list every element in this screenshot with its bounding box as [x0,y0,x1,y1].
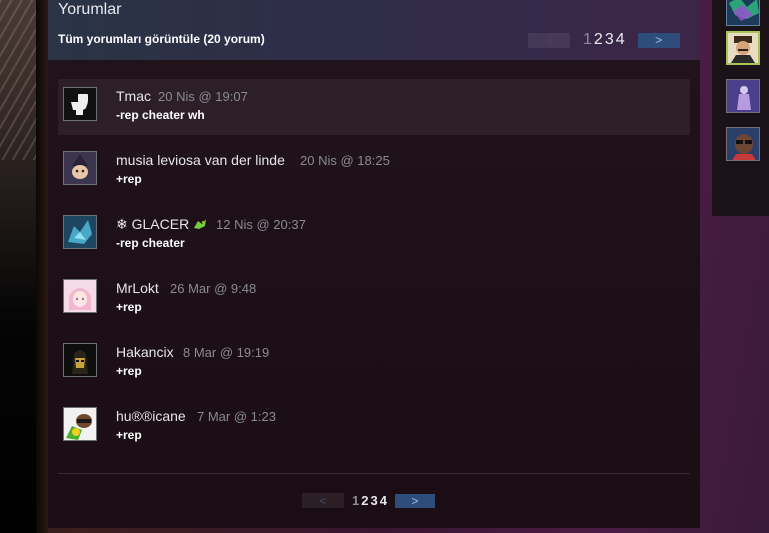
friend-avatar-4[interactable] [726,127,760,161]
page-link-3[interactable]: 3 [605,31,614,49]
comment-timestamp: 26 Mar @ 9:48 [170,281,257,296]
prev-page-button[interactable]: < [528,32,570,48]
page-link-2[interactable]: 2 [594,31,603,49]
comment-author[interactable]: Tmac [116,88,151,104]
comment-item: MrLokt 26 Mar @ 9:48 +rep [58,271,690,327]
comment-timestamp: 8 Mar @ 19:19 [183,345,270,360]
dragon-avatar [64,216,96,248]
comment-timestamp: 20 Nis @ 18:25 [300,153,390,168]
bottom-pagination: < 1 2 3 4 > [302,493,435,508]
page-links: 1 2 3 4 [351,493,388,508]
friend-avatar-2[interactable] [726,31,760,65]
commenter-avatar[interactable] [63,279,97,313]
page-link-4[interactable]: 4 [380,493,387,508]
comments-title: Yorumlar [58,1,122,18]
comment-text: +rep [116,300,142,314]
comment-text: -rep cheater [116,236,185,250]
comments-header: Yorumlar Tüm yorumları görüntüle (20 yor… [48,0,700,60]
friend-avatar-3[interactable] [726,79,760,113]
man-in-hat-avatar [728,33,758,63]
page-link-3[interactable]: 3 [370,493,377,508]
next-page-button[interactable]: > [637,32,680,48]
prev-page-button[interactable]: < [302,493,344,508]
toilet-icon [64,88,96,120]
comment-item: ❄ GLACER 12 Nis @ 20:37 -rep cheater [58,207,690,263]
top-pagination: < 1 2 3 4 > [528,31,680,49]
page-links: 1 2 3 4 [582,31,626,49]
gold-mask-avatar [64,344,96,376]
comment-item: Tmac 20 Nis @ 19:07 -rep cheater wh [58,79,690,135]
next-page-button[interactable]: > [394,493,435,508]
comment-timestamp: 7 Mar @ 1:23 [197,409,276,424]
anime-girl-avatar [64,280,96,312]
friend-avatar-1[interactable] [726,0,760,26]
comment-timestamp: 12 Nis @ 20:37 [216,217,306,232]
commenter-avatar[interactable] [63,215,97,249]
commenter-avatar[interactable] [63,343,97,377]
background-edge [36,0,48,533]
page-link-1[interactable]: 1 [583,31,592,49]
author-name-text: ❄ GLACER [116,216,190,232]
comment-author[interactable]: ❄ GLACER [116,216,207,233]
comment-timestamp: 20 Nis @ 19:07 [158,89,248,104]
green-cartoon-avatar [64,408,96,440]
comment-author[interactable]: hu®®icane [116,408,186,424]
view-all-comments-link[interactable]: Tüm yorumları görüntüle (20 yorum) [58,32,265,46]
comment-author[interactable]: musia leviosa van der linde [116,152,285,168]
comment-text: +rep [116,172,142,186]
commenter-avatar[interactable] [63,151,97,185]
comments-divider [58,473,690,474]
man-with-glasses-avatar [727,128,759,160]
comment-author[interactable]: MrLokt [116,280,159,296]
comment-text: -rep cheater wh [116,108,205,122]
page-link-2[interactable]: 2 [361,493,368,508]
comment-item: Hakancix 8 Mar @ 19:19 +rep [58,335,690,391]
comment-item: musia leviosa van der linde 20 Nis @ 18:… [58,143,690,199]
cartoon-witch-avatar [64,152,96,184]
comment-text: +rep [116,364,142,378]
commenter-avatar[interactable] [63,407,97,441]
comment-text: +rep [116,428,142,442]
dragon-emoji-icon [194,219,207,229]
page-link-4[interactable]: 4 [616,31,625,49]
comment-author[interactable]: Hakancix [116,344,174,360]
page-link-1[interactable]: 1 [352,493,359,508]
commenter-avatar[interactable] [63,87,97,121]
comment-item: hu®®icane 7 Mar @ 1:23 +rep [58,399,690,455]
green-abstract-avatar [727,0,759,25]
purple-figure-avatar [727,80,759,112]
